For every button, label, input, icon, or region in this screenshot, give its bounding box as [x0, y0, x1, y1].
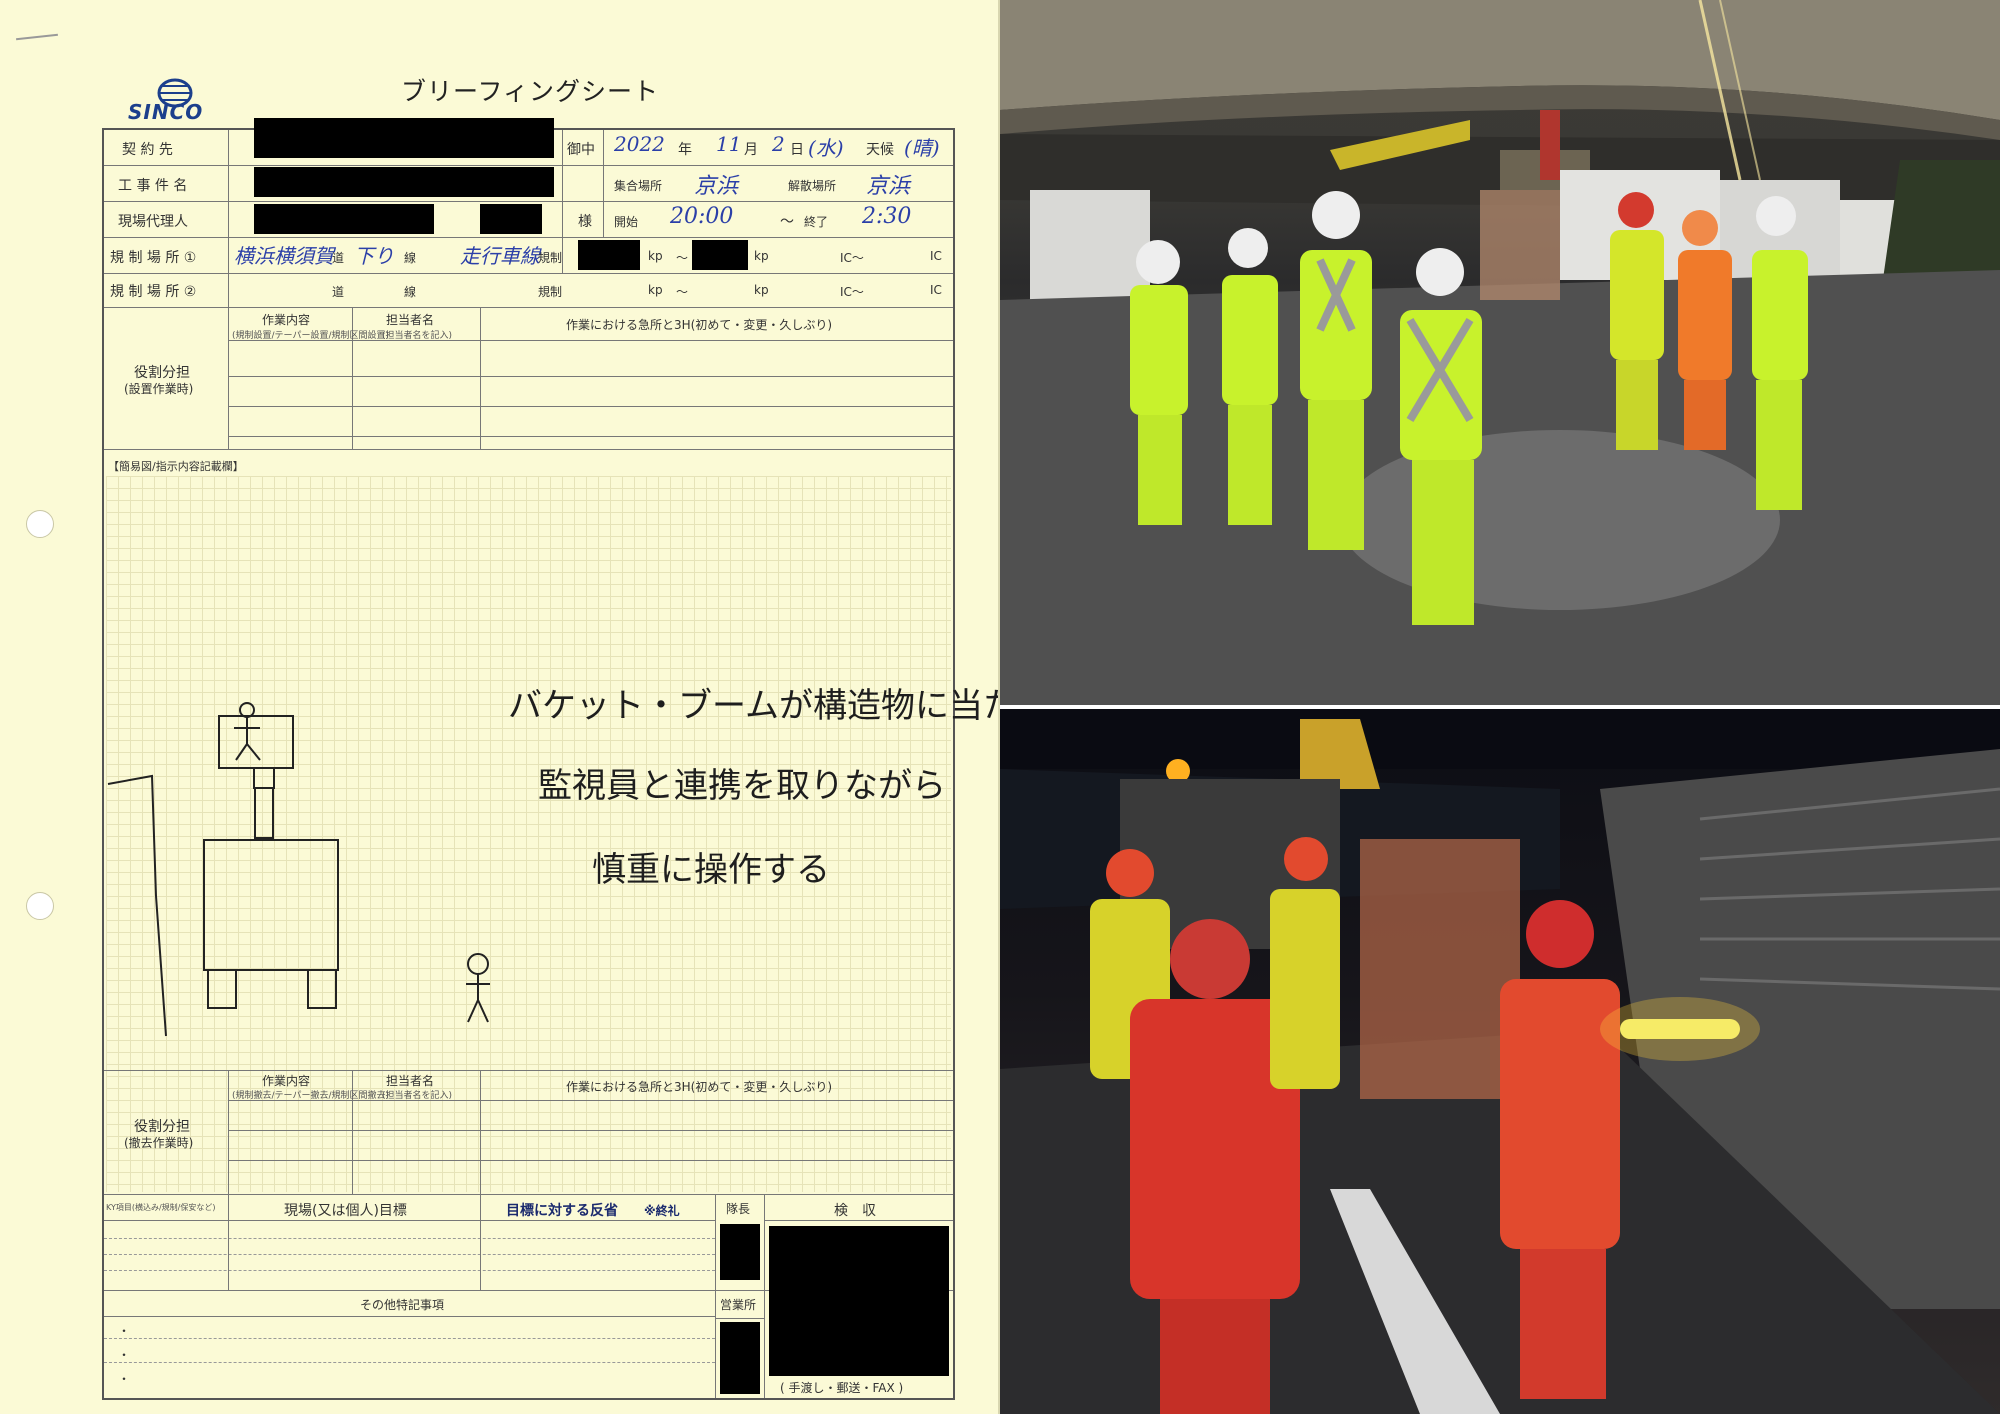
removal-role-label: 役割分担 [134, 1119, 190, 1135]
briefing-form: 契 約 先 御中 2022 年 11 月 2 日 (水) 天候 (晴) 工 事 … [102, 118, 998, 1400]
leader-label: 隊長 [726, 1202, 751, 1216]
removal-col-person: 担当者名 [386, 1074, 435, 1088]
other-bullet: ・ [118, 1372, 131, 1386]
reg1-reg-label: 規制 [538, 251, 563, 265]
reg2-label: 規 制 場 所 ② [110, 284, 197, 300]
delivery-method: ( 手渡し・郵送・FAX ) [780, 1381, 904, 1395]
sketch-note-line2: 監視員と連携を取りながら [538, 766, 946, 806]
removal-role-sub: (撤去作業時) [124, 1136, 194, 1150]
removal-col-person-note: (担当者名を記入) [382, 1091, 453, 1101]
dismiss-value: 京浜 [866, 174, 911, 199]
weather-label: 天候 [866, 142, 894, 158]
start-label: 開始 [614, 215, 639, 229]
reg2-reg-label: 規制 [538, 285, 563, 299]
setup-col-work: 作業内容 [262, 313, 311, 327]
office-stamp-redaction [720, 1322, 760, 1394]
reg1-line-unit: 線 [404, 251, 417, 265]
sketch-note-line1: バケット・ブームが構造物に当たる [508, 686, 1000, 726]
end-label: 終了 [804, 215, 829, 229]
day-unit: 日 [790, 142, 804, 158]
setup-col-work-note: (規制設置/テーパー設置/規制区間設置) [232, 331, 389, 341]
reg1-road: 横浜横須賀 [234, 244, 334, 268]
sheet-title: ブリーフィングシート [400, 77, 659, 106]
month-unit: 月 [744, 142, 758, 158]
reg1-ic1: IC〜 [840, 251, 864, 265]
time-tilde: 〜 [780, 214, 794, 230]
photo-overpass-briefing [1000, 0, 2000, 705]
overpass-scene [1000, 0, 2000, 705]
removal-col-points: 作業における急所と3H(初めて・変更・久しぶり) [566, 1080, 833, 1094]
reg2-kp-tilde: 〜 [676, 285, 689, 299]
company-logo: SINCO [128, 78, 218, 126]
punch-hole [26, 510, 54, 538]
setup-col-person: 担当者名 [386, 313, 435, 327]
receipt-redaction [769, 1226, 949, 1376]
project-redaction [254, 167, 554, 197]
agent-redaction [254, 204, 434, 234]
reg2-ic1: IC〜 [840, 285, 864, 299]
reg1-kp-tilde: 〜 [676, 251, 689, 265]
date-day: 2 [772, 132, 785, 156]
reg2-line-unit: 線 [404, 285, 417, 299]
gather-value: 京浜 [694, 174, 739, 199]
reg2-road-unit: 道 [332, 285, 345, 299]
removal-col-work: 作業内容 [262, 1074, 311, 1088]
reg1-ic2: IC [930, 249, 942, 263]
ky-col1: KY項目(横込み/規制/保安など) [106, 1203, 216, 1212]
reg1-kp-redaction [692, 240, 748, 270]
briefing-sheet: SINCO ブリーフィングシート 契 約 先 御中 2022 年 11 月 2 … [0, 0, 1000, 1414]
honorific-onchu: 御中 [567, 142, 595, 158]
contractor-redaction [254, 118, 554, 158]
dismiss-label: 解散場所 [788, 179, 837, 193]
setup-col-points: 作業における急所と3H(初めて・変更・久しぶり) [566, 318, 833, 332]
scan-mark [16, 33, 58, 41]
reg2-ic2: IC [930, 283, 942, 297]
date-year: 2022 [614, 132, 665, 156]
reg2-kp1: kp [648, 283, 663, 297]
reg1-road-unit: 道 [332, 251, 345, 265]
weather-value: (晴) [904, 136, 940, 160]
ky-col3: 目標に対する反省 [506, 1203, 618, 1219]
photo-roadside-briefing [1000, 709, 2000, 1414]
agent-honorific: 様 [578, 214, 592, 230]
other-notes-label: その他特記事項 [360, 1298, 445, 1312]
reg1-kp2: kp [754, 249, 769, 263]
roadside-scene [1000, 709, 2000, 1414]
setup-col-person-note: (担当者名を記入) [382, 331, 453, 341]
punch-hole [26, 892, 54, 920]
receipt-label: 検 収 [834, 1203, 876, 1219]
reg1-kp1: kp [648, 249, 663, 263]
sketch-header: 【簡易図/指示内容記載欄】 [108, 460, 244, 473]
date-weekday: (水) [808, 136, 844, 160]
logo-text: SINCO [128, 100, 204, 124]
reg1-lane: 走行車線 [460, 244, 540, 268]
reg1-label: 規 制 場 所 ① [110, 250, 197, 266]
removal-col-work-note: (規制撤去/テーパー撤去/規制区間撤去) [232, 1091, 389, 1101]
date-month: 11 [716, 132, 742, 156]
agent-label: 現場代理人 [118, 214, 188, 230]
office-label: 営業所 [720, 1298, 757, 1312]
gather-label: 集合場所 [614, 179, 663, 193]
ky-col3-note: ※終礼 [644, 1204, 680, 1218]
reg2-kp2: kp [754, 283, 769, 297]
sketch-note-line3: 慎重に操作する [592, 850, 830, 890]
other-bullet: ・ [118, 1324, 131, 1338]
setup-role-sub: (設置作業時) [124, 382, 194, 396]
project-label: 工 事 件 名 [118, 178, 188, 194]
year-unit: 年 [678, 142, 692, 158]
other-bullet: ・ [118, 1348, 131, 1362]
agent-redaction [480, 204, 542, 234]
start-time: 20:00 [670, 204, 734, 229]
end-time: 2:30 [862, 204, 912, 229]
setup-role-label: 役割分担 [134, 365, 190, 381]
ky-col2: 現場(又は個人)目標 [284, 1203, 407, 1219]
reg1-kp-redaction [578, 240, 640, 270]
contractor-label: 契 約 先 [122, 142, 173, 158]
leader-stamp-redaction [720, 1224, 760, 1280]
reg1-line: 下り [354, 244, 394, 268]
